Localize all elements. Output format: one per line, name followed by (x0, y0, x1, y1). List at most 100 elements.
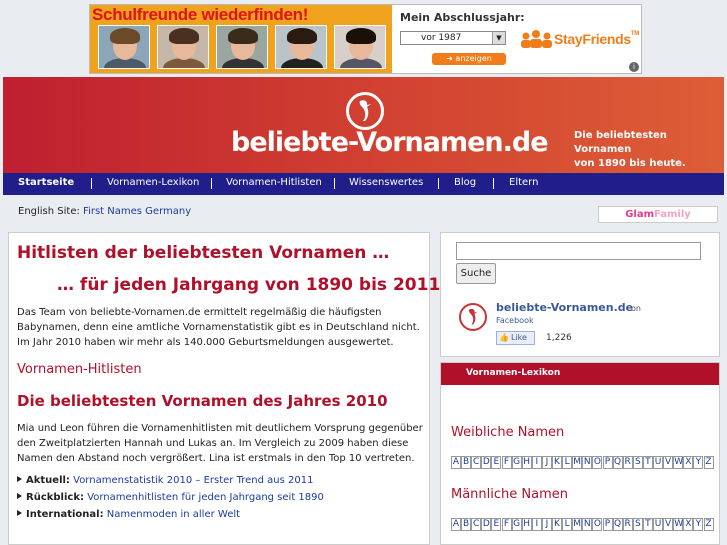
male-letter-link[interactable]: D (481, 518, 492, 531)
female-letter-link[interactable]: Y (693, 456, 704, 469)
bullet-triangle-icon (17, 493, 22, 499)
english-site-link[interactable]: First Names Germany (83, 206, 191, 217)
female-letter-link[interactable]: Z (703, 456, 714, 469)
female-letter-link[interactable]: A (451, 456, 461, 469)
trademark: TM (630, 31, 639, 37)
lexikon-header: Vornamen-Lexikon (441, 363, 719, 385)
site-tagline: Die beliebtesten Vornamen von 1890 bis h… (574, 129, 724, 171)
male-letter-link[interactable]: G (511, 518, 522, 531)
stork-logo-icon[interactable] (346, 92, 384, 130)
nav-item-wissenswertes[interactable]: Wissenswertes (349, 177, 423, 188)
facebook-network-link[interactable]: Facebook (496, 316, 534, 325)
nav-item-blog[interactable]: Blog (454, 177, 476, 188)
nav-item-vornamen-hitlisten[interactable]: Vornamen-Hitlisten (226, 177, 322, 188)
male-letter-link[interactable]: T (642, 518, 653, 531)
facebook-like-button[interactable]: 👍 Like (496, 331, 535, 345)
female-letter-link[interactable]: H (521, 456, 532, 469)
female-letter-link[interactable]: B (461, 456, 472, 469)
male-letter-link[interactable]: B (461, 518, 472, 531)
female-letter-link[interactable]: F (501, 456, 512, 469)
female-letter-link[interactable]: D (481, 456, 492, 469)
ad-form: Mein Abschlussjahr: vor 1987 ▼ ➜ anzeige… (392, 5, 641, 73)
female-letter-link[interactable]: M (572, 456, 583, 469)
female-letter-link[interactable]: Q (612, 456, 623, 469)
male-letter-link[interactable]: K (552, 518, 562, 531)
female-letter-link[interactable]: I (531, 456, 542, 469)
male-letter-link[interactable]: X (683, 518, 694, 531)
male-letter-link[interactable]: O (592, 518, 603, 531)
arrow-right-icon: ➜ (446, 54, 453, 63)
search-button[interactable]: Suche (456, 263, 496, 284)
male-letter-link[interactable]: Z (703, 518, 714, 531)
info-icon[interactable]: i (629, 62, 639, 72)
hitlisten-paragraph: Mia und Leon führen die Vornamenhitliste… (17, 423, 423, 464)
nav-divider (493, 178, 494, 189)
bullet-link-rueckblick[interactable]: Vornamenhitlisten für jeden Jahrgang sei… (87, 492, 324, 503)
female-letter-link[interactable]: V (663, 456, 674, 469)
nav-item-eltern[interactable]: Eltern (509, 177, 538, 188)
stork-logo-icon[interactable] (459, 303, 487, 331)
ad-photo-strip[interactable]: Schulfreunde wiederfinden! (90, 5, 392, 73)
nav-divider (211, 178, 212, 189)
female-letter-link[interactable]: S (632, 456, 643, 469)
page-subtitle: … für jeden Jahrgang von 1890 bis 2011 (57, 275, 441, 295)
male-letter-link[interactable]: H (521, 518, 532, 531)
male-letter-link[interactable]: P (602, 518, 613, 531)
list-item: Rückblick: Vornamenhitlisten für jeden J… (17, 492, 324, 503)
female-names-heading[interactable]: Weibliche Namen (451, 425, 564, 440)
female-letter-link[interactable]: C (471, 456, 482, 469)
section-heading-hitlisten: Vornamen-Hitlisten (17, 362, 142, 377)
bullet-triangle-icon (17, 476, 22, 482)
female-letter-link[interactable]: L (562, 456, 573, 469)
male-letter-link[interactable]: Y (693, 518, 704, 531)
male-letter-link[interactable]: M (572, 518, 583, 531)
main-navigation: Startseite Vornamen-Lexikon Vornamen-Hit… (3, 173, 724, 195)
ad-show-button[interactable]: ➜ anzeigen (432, 53, 506, 65)
male-letter-link[interactable]: W (673, 518, 684, 531)
female-letter-link[interactable]: K (552, 456, 562, 469)
list-item: Aktuell: Vornamenstatistik 2010 – Erster… (17, 475, 313, 486)
facebook-page-name[interactable]: beliebte-Vornamen.de (496, 301, 633, 314)
male-letter-link[interactable]: F (501, 518, 512, 531)
male-letter-link[interactable]: U (653, 518, 663, 531)
female-letter-link[interactable]: P (602, 456, 613, 469)
female-letter-link[interactable]: G (511, 456, 522, 469)
male-letter-link[interactable]: J (541, 518, 552, 531)
female-letter-link[interactable]: R (622, 456, 633, 469)
female-letter-link[interactable]: W (673, 456, 684, 469)
bullet-label: Rückblick: (26, 492, 84, 503)
lexikon-title[interactable]: Vornamen-Lexikon (466, 368, 560, 378)
female-letter-link[interactable]: O (592, 456, 603, 469)
male-letter-link[interactable]: S (632, 518, 643, 531)
male-letter-link[interactable]: E (491, 518, 502, 531)
search-input[interactable] (456, 242, 701, 260)
bullet-link-aktuell[interactable]: Vornamenstatistik 2010 – Erster Trend au… (73, 475, 313, 486)
female-letter-link[interactable]: N (582, 456, 593, 469)
stayfriends-logo[interactable]: StayFriendsTM (520, 29, 639, 51)
male-letter-link[interactable]: V (663, 518, 674, 531)
male-letter-link[interactable]: I (531, 518, 542, 531)
male-names-heading[interactable]: Männliche Namen (451, 487, 568, 502)
nav-divider (438, 178, 439, 189)
male-letter-link[interactable]: R (622, 518, 633, 531)
male-letter-link[interactable]: L (562, 518, 573, 531)
male-letter-link[interactable]: C (471, 518, 482, 531)
glamfamily-badge[interactable]: GlamFamily (598, 206, 718, 223)
nav-item-startseite[interactable]: Startseite (18, 177, 74, 188)
site-name[interactable]: beliebte-Vornamen.de (231, 127, 549, 158)
female-letter-link[interactable]: U (653, 456, 663, 469)
male-letter-link[interactable]: N (582, 518, 593, 531)
female-letter-link[interactable]: E (491, 456, 502, 469)
stayfriends-ad-banner[interactable]: Schulfreunde wiederfinden! Mein Abschlus… (89, 4, 642, 74)
female-letter-link[interactable]: J (541, 456, 552, 469)
female-letter-link[interactable]: X (683, 456, 694, 469)
thumbs-up-icon: 👍 (499, 333, 509, 342)
male-letter-link[interactable]: A (451, 518, 461, 531)
nav-item-vornamen-lexikon[interactable]: Vornamen-Lexikon (107, 177, 199, 188)
stayfriends-brand: StayFriends (554, 31, 631, 47)
ad-year-select[interactable]: vor 1987 ▼ (400, 31, 506, 45)
bullet-link-international[interactable]: Namenmoden in aller Welt (107, 509, 240, 520)
ad-year-label: Mein Abschlussjahr: (400, 11, 525, 24)
female-letter-link[interactable]: T (642, 456, 653, 469)
male-letter-link[interactable]: Q (612, 518, 623, 531)
